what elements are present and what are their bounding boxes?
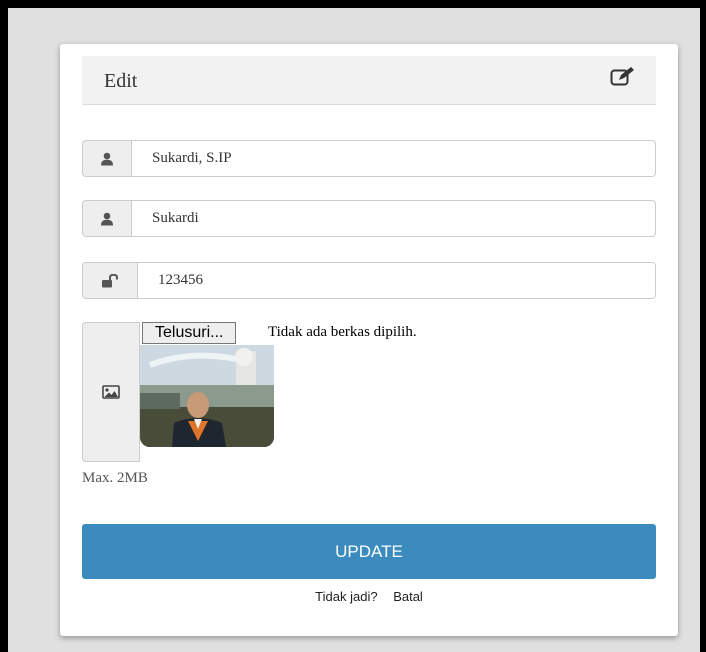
password-field-group: [82, 262, 656, 299]
password-input[interactable]: [138, 262, 656, 299]
page-frame: Edit Sukardi, S.IP Sukardi 123456 Telusu…: [8, 8, 700, 652]
unlock-icon: [82, 262, 138, 299]
image-icon: [82, 322, 140, 462]
user-icon: [82, 200, 132, 237]
photo-upload-group: Telusuri... Tidak ada berkas dipilih.: [82, 322, 656, 462]
edit-card: Edit Sukardi, S.IP Sukardi 123456 Telusu…: [60, 44, 678, 636]
profile-photo-preview: [140, 345, 274, 447]
username-input[interactable]: [132, 200, 656, 237]
full-name-field-group: [82, 140, 656, 177]
panel-header: Edit: [82, 56, 656, 105]
cancel-question: Tidak jadi?: [315, 589, 378, 604]
panel-title: Edit: [104, 70, 138, 92]
user-icon: [82, 140, 132, 177]
file-size-note: Max. 2MB: [82, 470, 148, 486]
username-field-group: [82, 200, 656, 237]
cancel-link[interactable]: Batal: [393, 589, 423, 604]
edit-square-icon[interactable]: [610, 66, 636, 91]
browse-button[interactable]: Telusuri...: [142, 322, 237, 344]
cancel-row: Tidak jadi? Batal: [60, 589, 678, 604]
file-status-text: Tidak ada berkas dipilih.: [268, 324, 417, 340]
full-name-input[interactable]: [132, 140, 656, 177]
update-button[interactable]: UPDATE: [82, 524, 656, 579]
